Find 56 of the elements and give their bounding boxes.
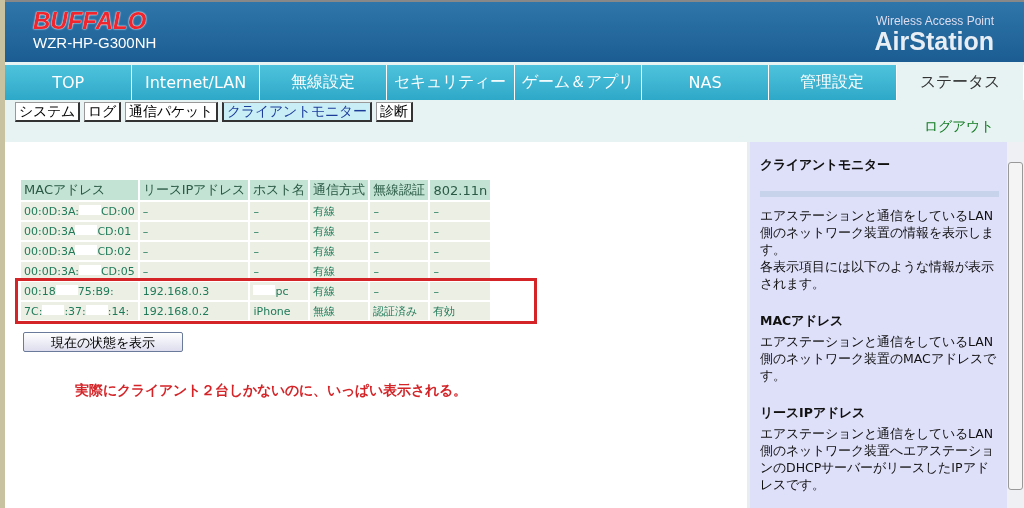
table-cell: 有線 bbox=[310, 222, 369, 240]
table-cell: – bbox=[430, 282, 491, 300]
sub-tab[interactable]: 診断 bbox=[376, 102, 413, 122]
help-text: エアステーションと通信をしているLAN側のネットワーク装置へエアステーションのDHCPサーバーがリースしたIPアドレスです。 bbox=[760, 425, 995, 493]
product-logo: AirStation bbox=[874, 28, 994, 54]
table-cell: 認証済み bbox=[370, 302, 429, 320]
sub-tab[interactable]: システム bbox=[15, 102, 80, 122]
table-cell: – bbox=[430, 202, 491, 220]
table-cell: – bbox=[250, 222, 309, 240]
table-cell: 192.168.0.2 bbox=[139, 302, 249, 320]
table-cell: – bbox=[430, 222, 491, 240]
table-cell: – bbox=[139, 222, 249, 240]
help-text: エアステーションと通信をしているLAN側のネットワーク装置の情報を表示します。 bbox=[760, 207, 995, 258]
column-header: MACアドレス bbox=[21, 180, 138, 200]
refresh-button[interactable]: 現在の状態を表示 bbox=[23, 332, 183, 352]
table-cell: – bbox=[250, 242, 309, 260]
table-cell: pc bbox=[250, 282, 309, 300]
table-cell: – bbox=[430, 242, 491, 260]
table-cell: 00:18 75:B9: bbox=[21, 282, 138, 300]
table-cell: 有効 bbox=[430, 302, 491, 320]
table-cell: 有線 bbox=[310, 282, 369, 300]
column-header: ホスト名 bbox=[250, 180, 309, 200]
table-cell: 192.168.0.3 bbox=[139, 282, 249, 300]
table-cell: – bbox=[370, 222, 429, 240]
table-cell: 00:0D:3A CD:01 bbox=[21, 222, 138, 240]
table-cell: 00:0D:3A: CD:00 bbox=[21, 202, 138, 220]
table-cell: 有線 bbox=[310, 202, 369, 220]
sub-tab[interactable]: 通信パケット bbox=[125, 102, 218, 122]
table-cell: iPhone bbox=[250, 302, 309, 320]
column-header: 802.11n bbox=[430, 180, 491, 200]
sub-tab[interactable]: ログ bbox=[84, 102, 121, 122]
help-heading: MACアドレス bbox=[760, 312, 845, 329]
table-cell: – bbox=[370, 242, 429, 260]
help-text: 各表示項目には以下のような情報が表示されます。 bbox=[760, 258, 995, 292]
table-cell: 無線 bbox=[310, 302, 369, 320]
help-text: エアステーションと通信をしているLAN側のネットワーク装置のMACアドレスです。 bbox=[760, 333, 997, 384]
sub-tab[interactable]: クライアントモニター bbox=[222, 102, 372, 122]
table-cell: – bbox=[250, 202, 309, 220]
product-caption: Wireless Access Point bbox=[875, 14, 994, 28]
table-cell: – bbox=[139, 202, 249, 220]
brand-logo: BUFFALO bbox=[33, 8, 148, 34]
table-cell: 00:0D:3A CD:02 bbox=[21, 242, 138, 260]
help-title: クライアントモニター bbox=[760, 156, 891, 173]
help-heading: リースIPアドレス bbox=[760, 404, 866, 421]
column-header: 通信方式 bbox=[310, 180, 369, 200]
model-name: WZR-HP-G300NH bbox=[33, 34, 157, 51]
table-cell: – bbox=[370, 202, 429, 220]
scrollbar[interactable] bbox=[1007, 142, 1024, 508]
table-cell: – bbox=[139, 242, 249, 260]
annotation-text: 実際にクライアント２台しかないのに、いっぱい表示される。 bbox=[75, 382, 468, 400]
logout-link[interactable]: ログアウト bbox=[924, 118, 994, 136]
table-cell: – bbox=[370, 282, 429, 300]
column-header: 無線認証 bbox=[370, 180, 429, 200]
table-cell: 有線 bbox=[310, 242, 369, 260]
table-cell: 7C: :37: :14: bbox=[21, 302, 138, 320]
column-header: リースIPアドレス bbox=[139, 180, 249, 200]
